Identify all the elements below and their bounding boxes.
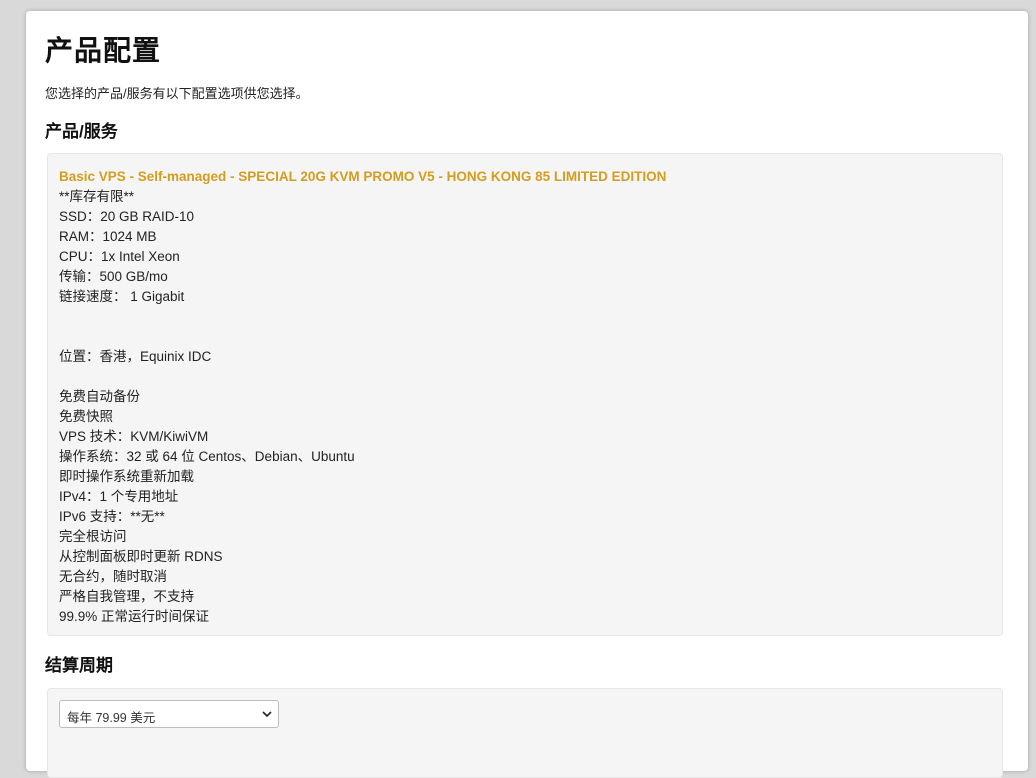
billing-section-heading: 结算周期 [45,656,113,675]
page-title: 产品配置 [45,35,162,66]
product-spec-line: 位置：香港，Equinix IDC [59,349,212,364]
product-spec-line: 严格自我管理，不支持 [59,589,194,604]
product-spec-line: SSD：20 GB RAID-10 [59,209,195,224]
product-name: Basic VPS - Self-managed - SPECIAL 20G K… [59,169,667,184]
product-spec-line: 传输：500 GB/mo [59,269,168,284]
chevron-down-icon [262,711,272,718]
product-spec-line: 从控制面板即时更新 RDNS [59,549,223,564]
billing-cycle-select[interactable]: 每年 79.99 美元 [59,700,279,728]
billing-cycle-selected-value: 每年 79.99 美元 [67,711,156,725]
product-spec-line: IPv4：1 个专用地址 [59,489,179,504]
product-section-heading: 产品/服务 [45,122,118,141]
product-spec-line [59,307,991,327]
product-config-panel: 产品配置 您选择的产品/服务有以下配置选项供您选择。 产品/服务 Basic V… [26,11,1028,778]
product-spec-line [59,327,991,347]
product-spec-line: 免费快照 [59,409,113,424]
product-spec-line: 操作系统：32 或 64 位 Centos、Debian、Ubuntu [59,449,355,464]
product-spec-line: 免费自动备份 [59,389,140,404]
product-spec-line: 即时操作系统重新加载 [59,469,194,484]
intro-text: 您选择的产品/服务有以下配置选项供您选择。 [45,86,309,101]
product-spec-line [59,367,991,387]
billing-cycle-box: 每年 79.99 美元 [47,688,1003,778]
product-spec-line: CPU：1x Intel Xeon [59,249,180,264]
product-spec-line: IPv6 支持：**无** [59,509,165,524]
product-spec-line: 99.9% 正常运行时间保证 [59,609,210,624]
product-spec-list: **库存有限** SSD：20 GB RAID-10 RAM：1024 MB CPU：… [59,187,991,627]
product-details-box: Basic VPS - Self-managed - SPECIAL 20G K… [47,153,1003,636]
product-spec-line: 完全根访问 [59,529,127,544]
product-spec-line: RAM：1024 MB [59,229,157,244]
product-spec-line: 无合约，随时取消 [59,569,167,584]
product-spec-line: VPS 技术：KVM/KiwiVM [59,429,209,444]
product-spec-line: 链接速度： 1 Gigabit [59,289,185,304]
product-spec-line: **库存有限** [59,189,135,204]
